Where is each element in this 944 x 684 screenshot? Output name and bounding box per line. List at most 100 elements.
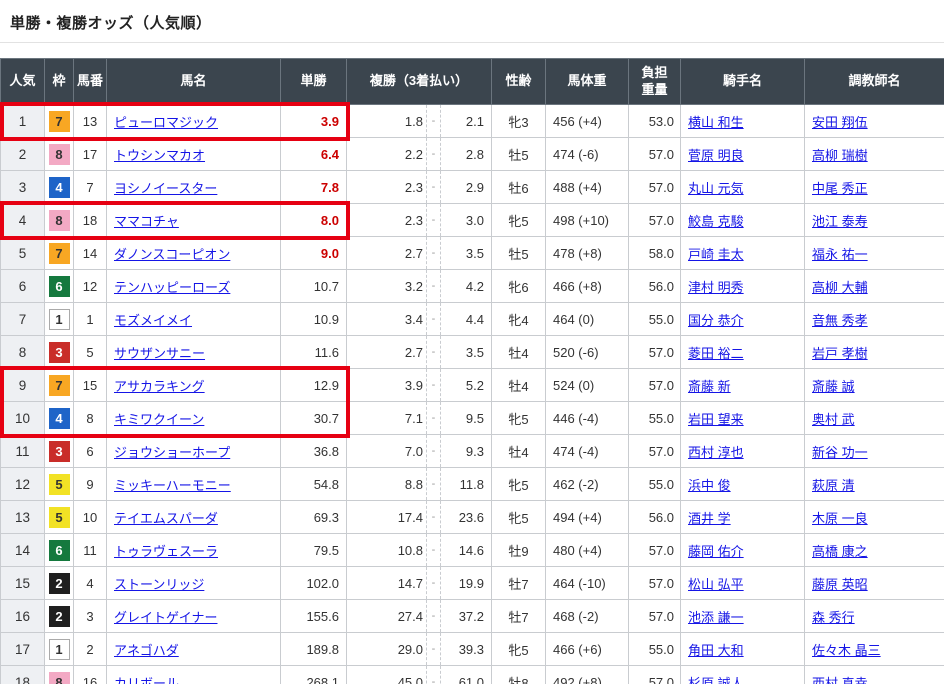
trainer-link[interactable]: 岩戸 孝樹 bbox=[812, 346, 868, 361]
horse-link[interactable]: ヨシノイースター bbox=[114, 181, 217, 196]
place-high: 9.3 bbox=[441, 444, 491, 459]
place-separator: - bbox=[426, 270, 441, 302]
place-separator: - bbox=[426, 567, 441, 599]
trainer-link[interactable]: 高橋 康之 bbox=[812, 544, 868, 559]
jockey-link[interactable]: 藤岡 佑介 bbox=[688, 544, 744, 559]
horse-link[interactable]: アネゴハダ bbox=[114, 643, 179, 658]
trainer-link[interactable]: 木原 一良 bbox=[812, 511, 868, 526]
header-impost-line1: 負担 bbox=[631, 65, 678, 82]
jockey-link[interactable]: 津村 明秀 bbox=[688, 280, 744, 295]
horse-link[interactable]: ピューロマジック bbox=[114, 115, 218, 130]
jockey-link[interactable]: 杉原 誠人 bbox=[688, 676, 744, 684]
impost-cell: 55.0 bbox=[629, 303, 681, 336]
horse-link[interactable]: ダノンスコーピオン bbox=[114, 247, 230, 262]
jockey-link[interactable]: 戸崎 圭太 bbox=[688, 247, 744, 262]
trainer-link[interactable]: 高柳 瑞樹 bbox=[812, 148, 868, 163]
jockey-cell: 津村 明秀 bbox=[681, 270, 805, 303]
horse-link[interactable]: トウシンマカオ bbox=[114, 148, 205, 163]
trainer-link[interactable]: 音無 秀孝 bbox=[812, 313, 868, 328]
horse-link[interactable]: トゥラヴェスーラ bbox=[114, 544, 218, 559]
trainer-link[interactable]: 中尾 秀正 bbox=[812, 181, 868, 196]
horse-link[interactable]: ママコチャ bbox=[114, 214, 179, 229]
jockey-link[interactable]: 斎藤 新 bbox=[688, 379, 731, 394]
number-cell: 4 bbox=[74, 567, 107, 600]
header-weight: 馬体重 bbox=[546, 59, 629, 105]
trainer-link[interactable]: 森 秀行 bbox=[812, 610, 855, 625]
jockey-link[interactable]: 岩田 望来 bbox=[688, 412, 744, 427]
jockey-link[interactable]: 菱田 裕二 bbox=[688, 346, 744, 361]
frame-badge: 8 bbox=[49, 210, 70, 231]
jockey-link[interactable]: 鮫島 克駿 bbox=[688, 214, 744, 229]
number-cell: 1 bbox=[74, 303, 107, 336]
rank-cell: 1 bbox=[1, 105, 45, 138]
trainer-link[interactable]: 斎藤 誠 bbox=[812, 379, 855, 394]
rank-cell: 12 bbox=[1, 468, 45, 501]
horse-link[interactable]: ミッキーハーモニー bbox=[114, 478, 231, 493]
place-high: 2.1 bbox=[441, 114, 491, 129]
horse-cell: サウザンサニー bbox=[107, 336, 281, 369]
place-low: 2.3 bbox=[347, 213, 426, 228]
horse-link[interactable]: アサカラキング bbox=[114, 379, 205, 394]
sex-age-cell: 牝5 bbox=[492, 204, 546, 237]
jockey-link[interactable]: 横山 和生 bbox=[688, 115, 744, 130]
jockey-link[interactable]: 角田 大和 bbox=[688, 643, 744, 658]
jockey-link[interactable]: 酒井 学 bbox=[688, 511, 731, 526]
place-low: 2.3 bbox=[347, 180, 426, 195]
jockey-link[interactable]: 丸山 元気 bbox=[688, 181, 744, 196]
jockey-link[interactable]: 国分 恭介 bbox=[688, 313, 744, 328]
jockey-cell: 浜中 俊 bbox=[681, 468, 805, 501]
impost-cell: 55.0 bbox=[629, 402, 681, 435]
horse-link[interactable]: カリボール bbox=[114, 676, 179, 684]
impost-cell: 55.0 bbox=[629, 468, 681, 501]
horse-link[interactable]: モズメイメイ bbox=[114, 313, 192, 328]
table-row: 4818ママコチャ8.02.3-3.0牝5498 (+10)57.0鮫島 克駿池… bbox=[1, 204, 944, 237]
win-odds-cell: 54.8 bbox=[281, 468, 347, 501]
jockey-cell: 藤岡 佑介 bbox=[681, 534, 805, 567]
horse-cell: ジョウショーホープ bbox=[107, 435, 281, 468]
frame-badge: 7 bbox=[49, 375, 70, 396]
jockey-link[interactable]: 浜中 俊 bbox=[688, 478, 731, 493]
jockey-link[interactable]: 西村 淳也 bbox=[688, 445, 744, 460]
horse-link[interactable]: テンハッピーローズ bbox=[114, 280, 230, 295]
frame-badge: 1 bbox=[49, 309, 70, 330]
weight-cell: 462 (-2) bbox=[546, 468, 629, 501]
weight-cell: 464 (0) bbox=[546, 303, 629, 336]
place-odds-cell: 27.4-37.2 bbox=[347, 600, 492, 633]
trainer-link[interactable]: 萩原 清 bbox=[812, 478, 855, 493]
horse-link[interactable]: キミワクイーン bbox=[114, 412, 204, 427]
impost-cell: 57.0 bbox=[629, 138, 681, 171]
frame-cell: 4 bbox=[45, 402, 74, 435]
place-separator: - bbox=[426, 534, 441, 566]
place-high: 3.5 bbox=[441, 345, 491, 360]
trainer-cell: 中尾 秀正 bbox=[805, 171, 944, 204]
place-separator: - bbox=[426, 171, 441, 203]
jockey-link[interactable]: 菅原 明良 bbox=[688, 148, 744, 163]
trainer-link[interactable]: 藤原 英昭 bbox=[812, 577, 868, 592]
trainer-link[interactable]: 西村 真幸 bbox=[812, 676, 868, 684]
horse-link[interactable]: テイエムスパーダ bbox=[114, 511, 218, 526]
sex-age-cell: 牝6 bbox=[492, 270, 546, 303]
horse-link[interactable]: サウザンサニー bbox=[114, 346, 205, 361]
rank-cell: 10 bbox=[1, 402, 45, 435]
trainer-link[interactable]: 高柳 大輔 bbox=[812, 280, 868, 295]
win-odds-cell: 36.8 bbox=[281, 435, 347, 468]
trainer-link[interactable]: 福永 祐一 bbox=[812, 247, 868, 262]
trainer-link[interactable]: 安田 翔伍 bbox=[812, 115, 868, 130]
win-odds-cell: 6.4 bbox=[281, 138, 347, 171]
horse-link[interactable]: グレイトゲイナー bbox=[114, 610, 217, 625]
jockey-link[interactable]: 松山 弘平 bbox=[688, 577, 744, 592]
trainer-link[interactable]: 奥村 武 bbox=[812, 412, 855, 427]
frame-badge: 3 bbox=[49, 342, 70, 363]
place-odds-cell: 3.4-4.4 bbox=[347, 303, 492, 336]
horse-link[interactable]: ジョウショーホープ bbox=[114, 445, 230, 460]
header-place: 複勝（3着払い） bbox=[347, 59, 492, 105]
odds-table: 人気 枠 馬番 馬名 単勝 複勝（3着払い） 性齢 馬体重 負担 重量 騎手名 … bbox=[0, 58, 944, 684]
jockey-link[interactable]: 池添 謙一 bbox=[688, 610, 744, 625]
trainer-link[interactable]: 池江 泰寿 bbox=[812, 214, 868, 229]
horse-link[interactable]: ストーンリッジ bbox=[114, 577, 204, 592]
place-odds-cell: 2.7-3.5 bbox=[347, 237, 492, 270]
win-odds-cell: 11.6 bbox=[281, 336, 347, 369]
trainer-link[interactable]: 新谷 功一 bbox=[812, 445, 868, 460]
sex-age-cell: 牡9 bbox=[492, 534, 546, 567]
trainer-link[interactable]: 佐々木 晶三 bbox=[812, 643, 881, 658]
